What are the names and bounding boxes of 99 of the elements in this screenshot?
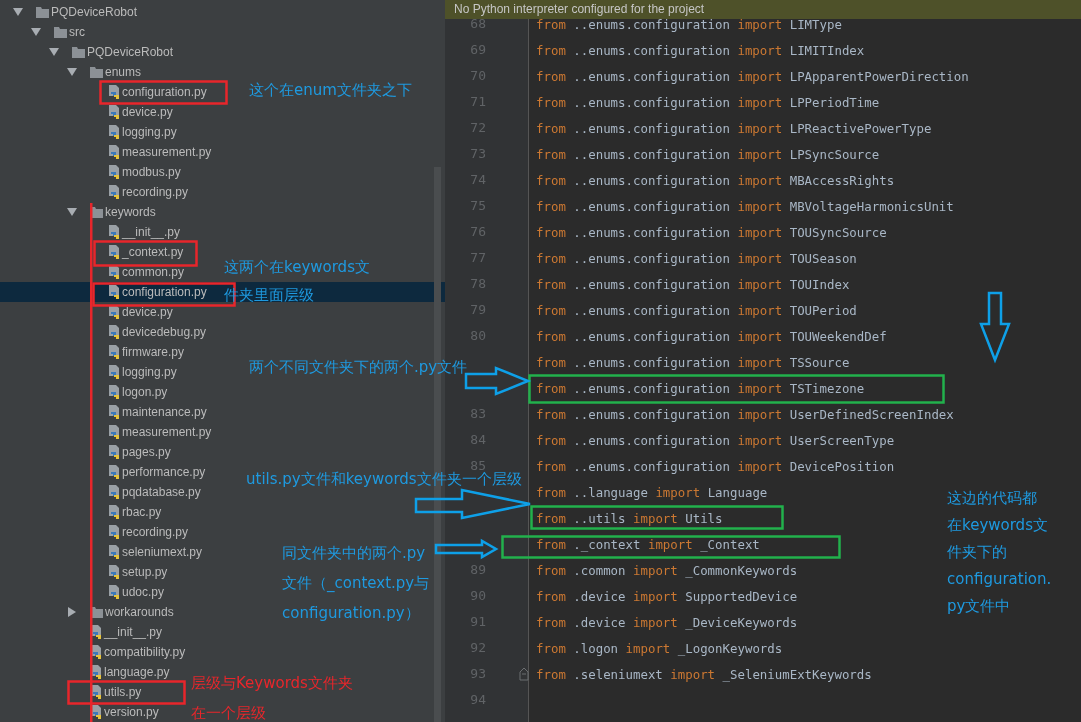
code-line: from .seleniumext import _SeleniumExtKeywords [536, 666, 872, 682]
python-file-icon [108, 144, 120, 160]
python-file-icon [108, 104, 120, 120]
code-line: from ..enums.configuration import LIMType [536, 16, 842, 32]
code-line: from ..enums.configuration import LPSyncSource [536, 146, 880, 162]
folder-icon [90, 66, 103, 78]
file-item[interactable]: measurement.py [80, 422, 212, 442]
python-file-icon [108, 284, 120, 300]
file-item[interactable]: setup.py [80, 562, 168, 582]
file-item[interactable]: _context.py [80, 242, 184, 262]
arrow [434, 538, 499, 560]
expanded-triangle-icon[interactable] [67, 208, 77, 216]
python-file-icon [108, 124, 120, 140]
python-file-icon [108, 564, 120, 580]
python-file-icon [108, 444, 120, 460]
file-item[interactable]: performance.py [80, 462, 206, 482]
code-line: from ..enums.configuration import TOUSyncSource [536, 224, 887, 240]
code-line: from .device import _DeviceKeywords [536, 614, 798, 630]
annotation-note: 这个在enum文件夹之下 [249, 80, 412, 100]
folder-icon [36, 6, 49, 18]
folder-item[interactable]: PQDeviceRobot [8, 2, 138, 22]
python-file-icon [108, 164, 120, 180]
collapsed-triangle-icon[interactable] [68, 607, 76, 617]
code-line: from ..enums.configuration import UserScreenType [536, 432, 895, 448]
code-line: from ..enums.configuration import LPReactivePowerType [536, 120, 932, 136]
file-item[interactable]: measurement.py [80, 142, 212, 162]
python-file-icon [108, 484, 120, 500]
expanded-triangle-icon[interactable] [13, 8, 23, 16]
python-file-icon [108, 524, 120, 540]
python-file-icon [108, 364, 120, 380]
folder-item[interactable]: src [26, 22, 85, 42]
file-item[interactable]: udoc.py [80, 582, 165, 602]
python-file-icon [108, 424, 120, 440]
python-file-icon [108, 504, 120, 520]
file-item[interactable]: maintenance.py [80, 402, 207, 422]
file-item[interactable]: logon.py [80, 382, 168, 402]
python-file-icon [108, 384, 120, 400]
file-item[interactable]: pages.py [80, 442, 171, 462]
file-item[interactable]: pqdatabase.py [80, 482, 201, 502]
python-file-icon [108, 584, 120, 600]
file-item[interactable]: recording.py [80, 522, 189, 542]
code-line: from ..enums.configuration import MBVoltageHarmonicsUnit [536, 198, 954, 214]
file-item[interactable]: __init__.py [80, 222, 181, 242]
file-item[interactable]: rbac.py [80, 502, 162, 522]
code-line: from ..enums.configuration import TSSource [536, 354, 850, 370]
python-file-icon [108, 324, 120, 340]
expanded-triangle-icon[interactable] [49, 48, 59, 56]
file-item[interactable]: logging.py [80, 122, 177, 142]
code-line: from ..enums.configuration import TSTimezone [536, 380, 865, 396]
annotation-note: 层级与Keywords文件夹 在一个层级 [191, 673, 353, 722]
python-file-icon [108, 404, 120, 420]
folder-item[interactable]: PQDeviceRobot [44, 42, 174, 62]
file-item[interactable]: seleniumext.py [80, 542, 203, 562]
python-file-icon [108, 544, 120, 560]
code-line: from ..enums.configuration import TOUPeriod [536, 302, 857, 318]
annotation-note: 两个不同文件夹下的两个.py文件 [249, 357, 468, 377]
python-file-icon [108, 464, 120, 480]
file-item[interactable]: configuration.py [80, 82, 207, 102]
annotation-note: 这边的代码都 在keywords文 件夹下的 configuration. py文件中 [947, 488, 1052, 617]
code-line: from .device import SupportedDevice [536, 588, 798, 604]
file-item[interactable]: firmware.py [80, 342, 184, 362]
file-item[interactable]: device.py [80, 302, 173, 322]
code-line: from ._context import _Context [536, 536, 760, 552]
code-line: from ..enums.configuration import UserDefinedScreenIndex [536, 406, 954, 422]
python-file-icon [108, 244, 120, 260]
warning-banner: No Python interpreter configured for the project [445, 0, 1081, 19]
code-line: from ..enums.configuration import TOUSeason [536, 250, 857, 266]
code-line: from .common import _CommonKeywords [536, 562, 798, 578]
file-item[interactable]: logging.py [80, 362, 177, 382]
python-file-icon [108, 264, 120, 280]
annotation-note: utils.py文件和keywords文件夹一个层级 [246, 470, 522, 489]
file-item[interactable]: common.py [80, 262, 185, 282]
folder-icon [72, 46, 85, 58]
code-line: from ..enums.configuration import MBAccessRights [536, 172, 895, 188]
code-line: from ..enums.configuration import LIMITIndex [536, 42, 865, 58]
python-file-icon [108, 304, 120, 320]
folder-item[interactable]: enums [62, 62, 142, 82]
folder-icon [54, 26, 67, 38]
code-line: from ..enums.configuration import DevicePosition [536, 458, 895, 474]
annotation-note: 同文件夹中的两个.py 文件（_context.py与 configuration.py） [282, 543, 430, 624]
file-item[interactable]: devicedebug.py [80, 322, 207, 342]
file-item[interactable]: modbus.py [80, 162, 181, 182]
python-file-icon [108, 84, 120, 100]
file-item[interactable]: device.py [80, 102, 173, 122]
code-line: from ..language import Language [536, 484, 768, 500]
file-item[interactable]: configuration.py [80, 282, 207, 302]
code-line: from ..enums.configuration import LPApparentPowerDirection [536, 68, 969, 84]
fold-marker-icon[interactable] [519, 667, 529, 681]
code-line: from .logon import _LogonKeywords [536, 640, 783, 656]
code-line: from ..utils import Utils [536, 510, 723, 526]
python-file-icon [108, 344, 120, 360]
code-line: from ..enums.configuration import LPPeriodTime [536, 94, 880, 110]
expanded-triangle-icon[interactable] [67, 68, 77, 76]
expanded-triangle-icon[interactable] [31, 28, 41, 36]
python-file-icon [108, 184, 120, 200]
python-file-icon [108, 224, 120, 240]
code-line: from ..enums.configuration import TOUIndex [536, 276, 850, 292]
file-item[interactable]: recording.py [80, 182, 189, 202]
code-line: from ..enums.configuration import TOUWeekendDef [536, 328, 887, 344]
